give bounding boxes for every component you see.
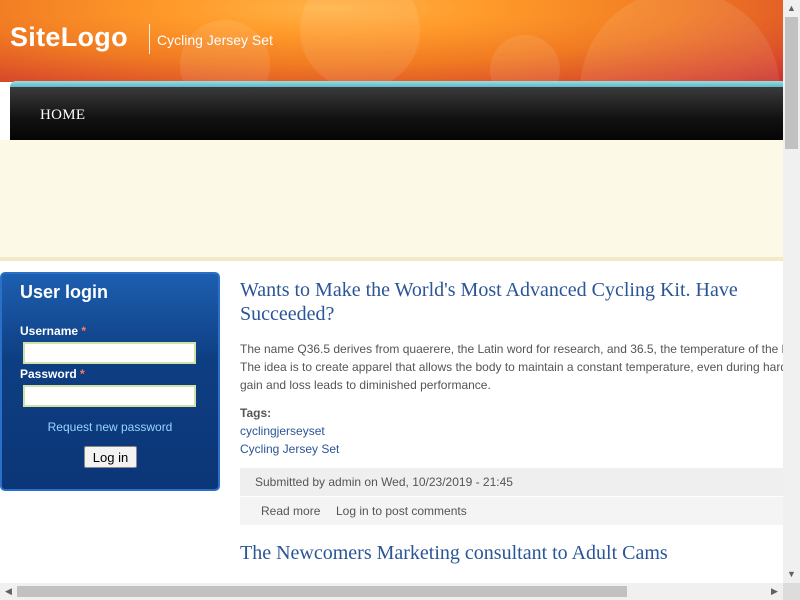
horizontal-scrollbar[interactable]: ◀ ▶ (0, 583, 783, 600)
header-decoration (180, 20, 270, 82)
article-title[interactable]: Wants to Make the World's Most Advanced … (240, 278, 738, 302)
banner-area (0, 140, 783, 257)
username-label: Username * (20, 324, 86, 338)
page-viewport: SiteLogo Cycling Jersey Set HOME User lo… (0, 0, 783, 583)
tag-link[interactable]: Cycling Jersey Set (240, 442, 339, 456)
vertical-scrollbar[interactable]: ▲ ▼ (783, 0, 800, 583)
scroll-right-icon[interactable]: ▶ (766, 583, 783, 600)
logo-separator (149, 24, 150, 54)
scroll-left-icon[interactable]: ◀ (0, 583, 17, 600)
vertical-scroll-thumb[interactable] (785, 17, 798, 149)
article-title-continued[interactable]: Succeeded? (240, 302, 334, 326)
required-mark: * (81, 324, 87, 338)
tags-label: Tags: (240, 406, 272, 420)
article-body-line: The name Q36.5 derives from quaerere, th… (240, 342, 783, 356)
tag-link[interactable]: cyclingjerseyset (240, 424, 325, 438)
password-field[interactable] (23, 385, 196, 407)
article-links: Read more Log in to post comments (240, 497, 783, 525)
site-header: SiteLogo Cycling Jersey Set (0, 0, 783, 82)
scroll-up-icon[interactable]: ▲ (783, 0, 800, 17)
user-login-block: User login Username * Password * Request… (0, 272, 220, 491)
required-mark: * (80, 367, 85, 381)
password-label: Password * (20, 367, 85, 381)
login-button[interactable]: Log in (84, 446, 137, 468)
scrollbar-corner (783, 583, 800, 600)
header-decoration (490, 35, 560, 82)
header-decoration (580, 0, 780, 82)
main-navigation: HOME (10, 87, 783, 140)
username-label-text: Username (20, 324, 79, 338)
article-body-line: The idea is to create apparel that allow… (240, 360, 783, 374)
username-field[interactable] (23, 342, 196, 364)
scroll-down-icon[interactable]: ▼ (783, 566, 800, 583)
site-logo[interactable]: SiteLogo (10, 22, 128, 53)
read-more-link[interactable]: Read more (261, 504, 320, 518)
article-body-line: gain and loss leads to diminished perfor… (240, 378, 491, 392)
submitted-info: Submitted by admin on Wed, 10/23/2019 - … (240, 468, 783, 496)
login-to-comment-link[interactable]: Log in to post comments (336, 504, 467, 518)
request-password-link[interactable]: Request new password (2, 420, 218, 434)
nav-item-home[interactable]: HOME (40, 107, 85, 124)
banner-divider (0, 257, 783, 261)
password-label-text: Password (20, 367, 77, 381)
article-title[interactable]: The Newcomers Marketing consultant to Ad… (240, 541, 668, 565)
login-title: User login (20, 282, 109, 302)
site-slogan: Cycling Jersey Set (157, 32, 273, 48)
header-decoration (300, 0, 420, 82)
submitted-text: Submitted by admin on Wed, 10/23/2019 - … (255, 475, 513, 489)
horizontal-scroll-thumb[interactable] (17, 586, 627, 597)
